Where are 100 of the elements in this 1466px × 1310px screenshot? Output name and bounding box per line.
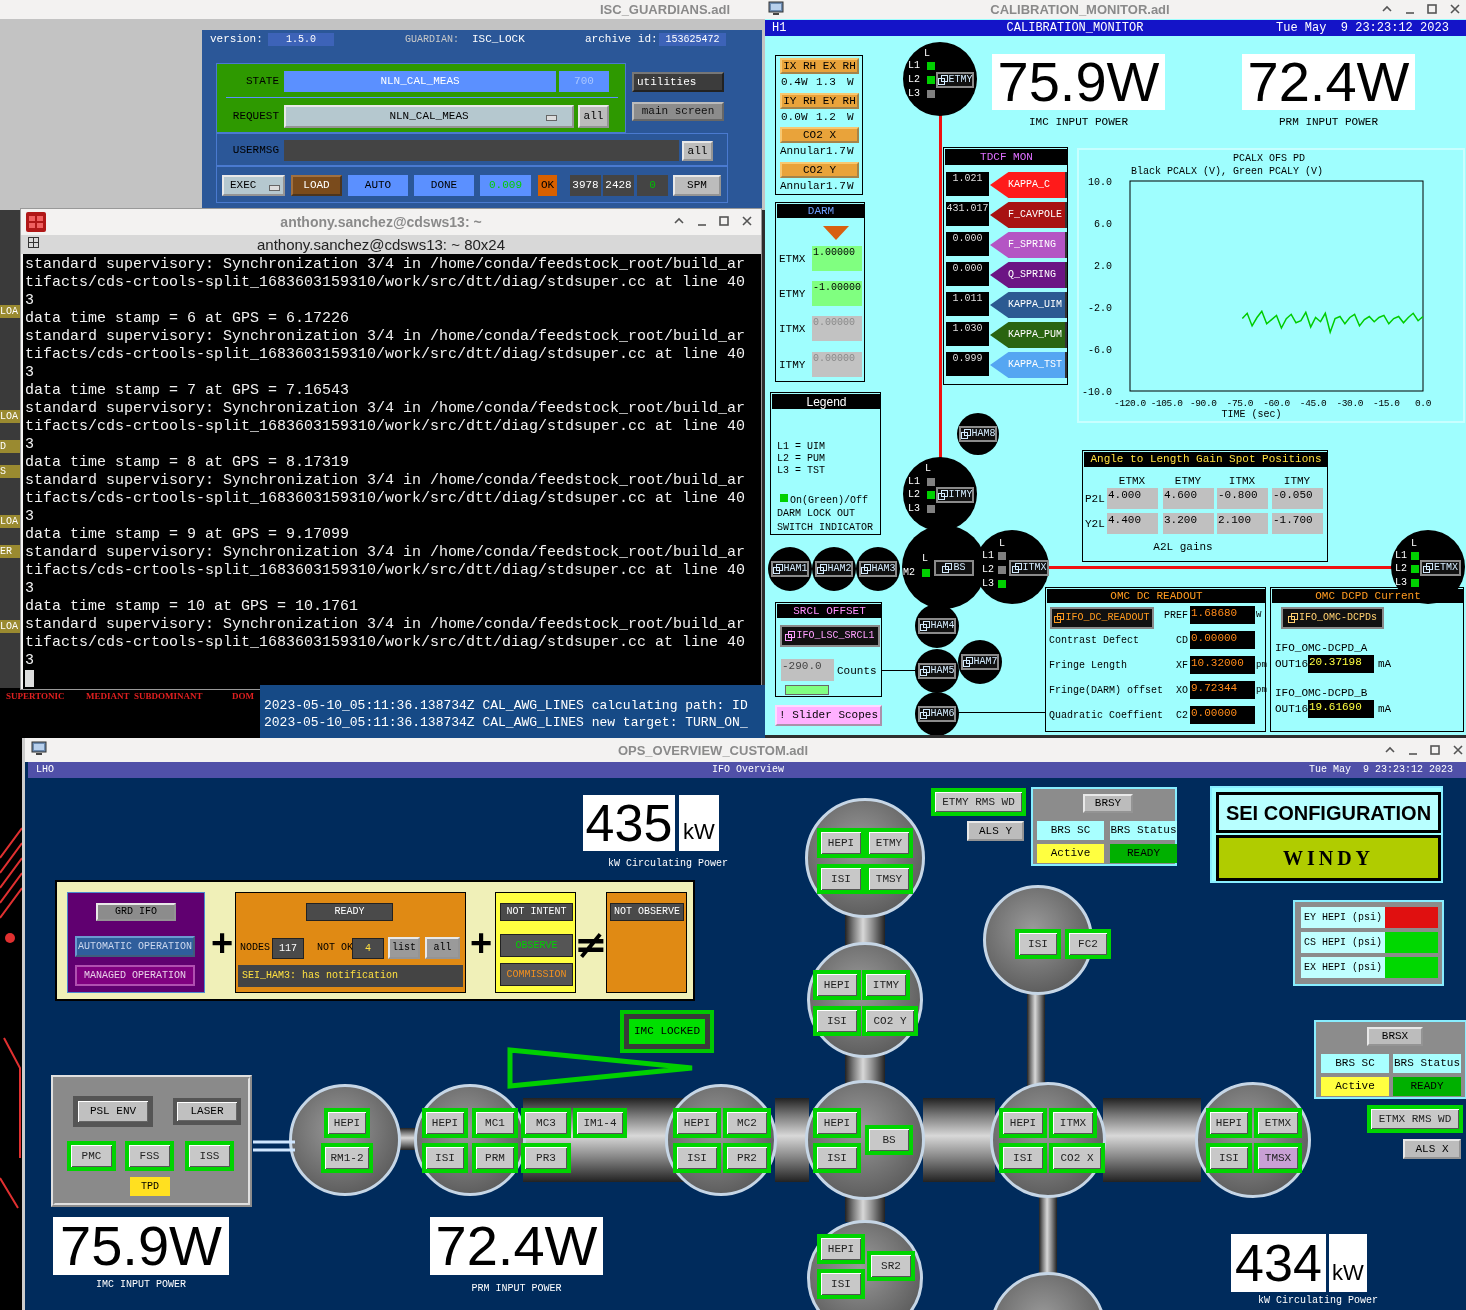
- heater-button[interactable]: IX RH EX RH: [780, 58, 859, 74]
- chamber-button[interactable]: HEPI: [324, 1108, 370, 1138]
- chamber-button[interactable]: ISI: [813, 1006, 861, 1036]
- chamber-button[interactable]: ISI: [813, 1143, 861, 1173]
- chamber-button[interactable]: HAM8: [959, 426, 997, 442]
- chamber-button[interactable]: ISI: [817, 864, 865, 894]
- brs-button[interactable]: BRSX: [1367, 1027, 1423, 1046]
- chamber-button[interactable]: HAM2: [815, 561, 853, 577]
- psl-env-button[interactable]: PSL ENV: [73, 1096, 153, 1127]
- mode-dropdown[interactable]: EXEC: [222, 175, 285, 196]
- chamber-button[interactable]: HAM4: [918, 618, 956, 634]
- value-field: 1.68680: [1190, 606, 1255, 624]
- chamber-button[interactable]: TMSY: [865, 864, 913, 894]
- loop-button[interactable]: FSS: [125, 1141, 174, 1171]
- chamber-button[interactable]: ISI: [999, 1143, 1047, 1173]
- main-screen-button[interactable]: main screen: [632, 102, 724, 121]
- slider-scopes-button[interactable]: ! Slider Scopes: [775, 705, 882, 726]
- chamber-button[interactable]: HEPI: [1206, 1108, 1252, 1138]
- chamber-button[interactable]: TMSX: [1254, 1143, 1302, 1173]
- optic-button[interactable]: ITMX: [1009, 560, 1049, 576]
- chamber-button[interactable]: SR2: [867, 1251, 915, 1281]
- brs-button[interactable]: BRSY: [1083, 794, 1133, 813]
- chamber-button[interactable]: RM1-2: [321, 1143, 373, 1173]
- mode-button[interactable]: AUTOMATIC OPERATION: [75, 936, 195, 957]
- tick-label: 10.0: [1088, 177, 1112, 188]
- maximize-icon[interactable]: [718, 215, 730, 227]
- watchdog-button[interactable]: ETMY RMS WD: [931, 788, 1026, 816]
- list-button[interactable]: list: [388, 937, 420, 959]
- chamber-button[interactable]: ISI: [1206, 1143, 1252, 1173]
- state-button[interactable]: NOT INTENT: [500, 903, 573, 921]
- chamber-button[interactable]: BS: [865, 1125, 913, 1155]
- chamber-button[interactable]: HAM7: [961, 654, 999, 670]
- chamber-button[interactable]: HAM5: [918, 663, 956, 679]
- heater-button[interactable]: CO2 X: [780, 127, 859, 143]
- chamber-button[interactable]: ISI: [422, 1143, 468, 1173]
- chamber-button[interactable]: PR2: [723, 1143, 771, 1173]
- chamber-button[interactable]: HEPI: [999, 1108, 1047, 1138]
- loop-button[interactable]: PMC: [67, 1141, 116, 1171]
- chamber-button[interactable]: HAM6: [918, 706, 956, 722]
- related-display-button[interactable]: IFO_LSC_SRCL1: [780, 625, 880, 647]
- heater-button[interactable]: IY RH EY RH: [780, 93, 859, 109]
- intent-button[interactable]: OBSERVE: [500, 934, 573, 957]
- optic-button[interactable]: BS: [934, 560, 974, 576]
- chamber-button[interactable]: HAM3: [859, 561, 897, 577]
- chamber-button[interactable]: ITMY: [862, 970, 910, 1000]
- close-icon[interactable]: [1452, 744, 1464, 756]
- chamber-button[interactable]: MC2: [723, 1108, 771, 1138]
- monitor-icon[interactable]: [31, 741, 47, 756]
- maximize-icon[interactable]: [1426, 3, 1438, 15]
- chamber-button[interactable]: MC1: [472, 1108, 518, 1138]
- related-display-button[interactable]: IFO_OMC-DCPDs: [1281, 607, 1384, 629]
- close-icon[interactable]: [1449, 3, 1461, 15]
- chamber-button[interactable]: HEPI: [817, 1234, 865, 1264]
- spm-button[interactable]: SPM: [673, 175, 721, 196]
- related-display-button[interactable]: IFO_DC_READOUT: [1050, 607, 1154, 629]
- chamber-button[interactable]: HEPI: [813, 1108, 861, 1138]
- chamber-button[interactable]: CO2 X: [1049, 1143, 1105, 1173]
- readout-label: kW Circulating Power: [607, 857, 729, 870]
- als-button[interactable]: ALS Y: [967, 821, 1024, 841]
- chamber-button[interactable]: ITMX: [1049, 1108, 1097, 1138]
- als-button[interactable]: ALS X: [1403, 1139, 1461, 1159]
- watchdog-button[interactable]: ETMX RMS WD: [1367, 1105, 1463, 1133]
- optic-button[interactable]: ITMY: [936, 487, 974, 503]
- mode-button[interactable]: MANAGED OPERATION: [75, 965, 195, 986]
- laser-button[interactable]: LASER: [173, 1098, 241, 1125]
- brs-state: Active: [1037, 844, 1104, 863]
- chamber-button[interactable]: FC2: [1065, 929, 1111, 959]
- chamber-button[interactable]: ETMX: [1254, 1108, 1302, 1138]
- chamber-button[interactable]: PRM: [472, 1143, 518, 1173]
- utilities-button[interactable]: utilities: [632, 72, 724, 92]
- chamber-button[interactable]: ETMY: [865, 828, 913, 858]
- chamber-button[interactable]: HAM1: [771, 561, 809, 577]
- chamber-button[interactable]: MC3: [521, 1108, 571, 1138]
- optic-button[interactable]: ETMX: [1420, 560, 1461, 576]
- chamber-button[interactable]: HEPI: [673, 1108, 721, 1138]
- chamber-button[interactable]: ISI: [1015, 929, 1061, 959]
- chamber-button[interactable]: ISI: [817, 1269, 865, 1299]
- chamber-button[interactable]: CO2 Y: [862, 1006, 918, 1036]
- all-button[interactable]: all: [682, 141, 713, 161]
- related-display-icon: [1054, 613, 1065, 623]
- chamber-button[interactable]: HEPI: [422, 1108, 468, 1138]
- state-button[interactable]: READY: [306, 903, 393, 921]
- monitor-icon[interactable]: [768, 1, 784, 16]
- split-view-icon[interactable]: [28, 237, 42, 251]
- close-icon[interactable]: [741, 215, 753, 227]
- state-button[interactable]: NOT OBSERVE: [610, 903, 684, 921]
- loop-button[interactable]: ISS: [185, 1141, 234, 1171]
- chamber-button[interactable]: IM1-4: [573, 1108, 627, 1138]
- chamber-button[interactable]: HEPI: [813, 970, 861, 1000]
- grd-button[interactable]: GRD IFO: [96, 903, 176, 921]
- maximize-icon[interactable]: [1429, 744, 1441, 756]
- chamber-button[interactable]: HEPI: [817, 828, 865, 858]
- request-dropdown[interactable]: NLN_CAL_MEAS: [284, 105, 574, 128]
- heater-button[interactable]: CO2 Y: [780, 162, 859, 178]
- load-button[interactable]: LOAD: [291, 175, 342, 196]
- chamber-button[interactable]: ISI: [673, 1143, 721, 1173]
- chamber-button[interactable]: PR3: [521, 1143, 571, 1173]
- all-button[interactable]: all: [425, 937, 460, 959]
- all-button[interactable]: all: [578, 105, 609, 128]
- optic-button[interactable]: ETMY: [936, 72, 974, 88]
